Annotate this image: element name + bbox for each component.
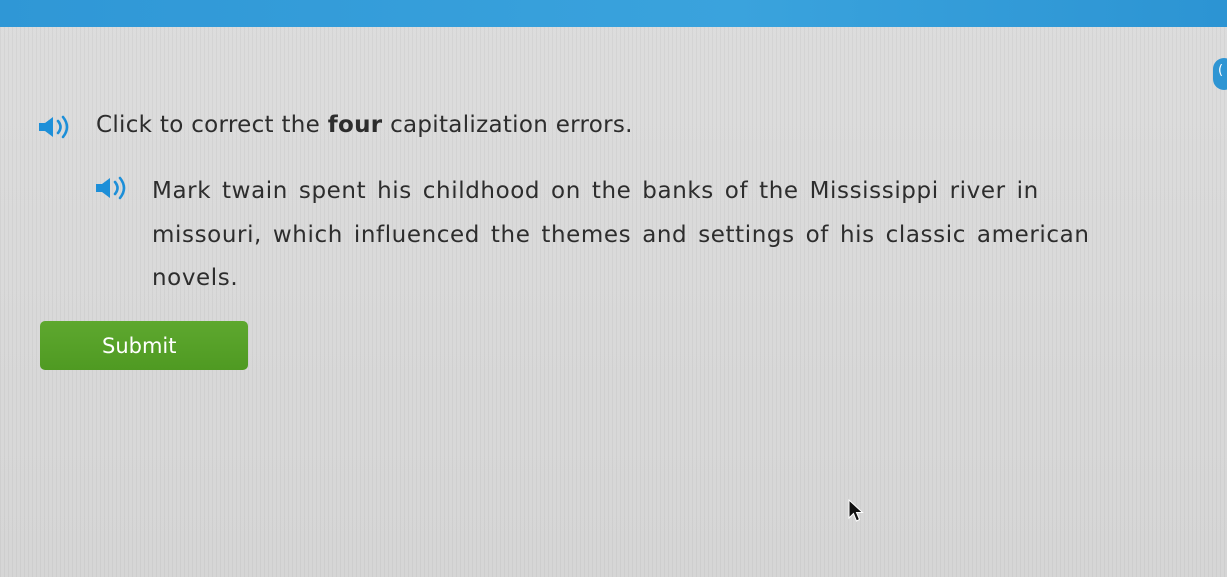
instruction-emphasis: four bbox=[327, 112, 383, 138]
word-the[interactable]: the bbox=[592, 178, 632, 204]
top-bar bbox=[0, 0, 1227, 27]
speaker-icon[interactable] bbox=[95, 176, 129, 200]
instruction-prefix: Click to correct the bbox=[96, 112, 328, 138]
word-themes[interactable]: themes bbox=[541, 222, 631, 248]
word-twain[interactable]: twain bbox=[222, 178, 288, 204]
word-mark[interactable]: Mark bbox=[152, 178, 211, 204]
word-in[interactable]: in bbox=[1017, 178, 1039, 204]
word-settings[interactable]: settings bbox=[698, 222, 795, 248]
word-river[interactable]: river bbox=[950, 178, 1006, 204]
word-of[interactable]: of bbox=[725, 178, 748, 204]
submit-button[interactable]: Submit bbox=[40, 321, 248, 370]
corner-badge[interactable]: ( bbox=[1213, 58, 1227, 90]
word-on[interactable]: on bbox=[551, 178, 581, 204]
word-the[interactable]: the bbox=[491, 222, 531, 248]
instruction-suffix: capitalization errors. bbox=[382, 112, 633, 138]
passage-line: novels. bbox=[152, 257, 1132, 301]
mouse-pointer-icon bbox=[848, 499, 864, 522]
word-childhood[interactable]: childhood bbox=[423, 178, 540, 204]
word-spent[interactable]: spent bbox=[299, 178, 366, 204]
passage-line: missouri, which influenced the themes an… bbox=[152, 214, 1132, 258]
word-classic[interactable]: classic bbox=[886, 222, 966, 248]
passage: Mark twain spent his childhood on the ba… bbox=[152, 170, 1132, 301]
word-which[interactable]: which bbox=[273, 222, 343, 248]
word-his[interactable]: his bbox=[840, 222, 875, 248]
passage-line: Mark twain spent his childhood on the ba… bbox=[152, 170, 1132, 214]
word-missouri[interactable]: missouri, bbox=[152, 222, 262, 248]
word-mississippi[interactable]: Mississippi bbox=[810, 178, 939, 204]
word-and[interactable]: and bbox=[642, 222, 687, 248]
word-american[interactable]: american bbox=[977, 222, 1090, 248]
word-of[interactable]: of bbox=[806, 222, 829, 248]
word-banks[interactable]: banks bbox=[642, 178, 714, 204]
word-influenced[interactable]: influenced bbox=[354, 222, 480, 248]
word-his[interactable]: his bbox=[377, 178, 412, 204]
corner-badge-glyph: ( bbox=[1218, 63, 1224, 78]
speaker-icon[interactable] bbox=[38, 115, 72, 139]
word-the[interactable]: the bbox=[759, 178, 799, 204]
word-novels[interactable]: novels. bbox=[152, 265, 238, 291]
instruction-text: Click to correct the four capitalization… bbox=[96, 112, 633, 138]
